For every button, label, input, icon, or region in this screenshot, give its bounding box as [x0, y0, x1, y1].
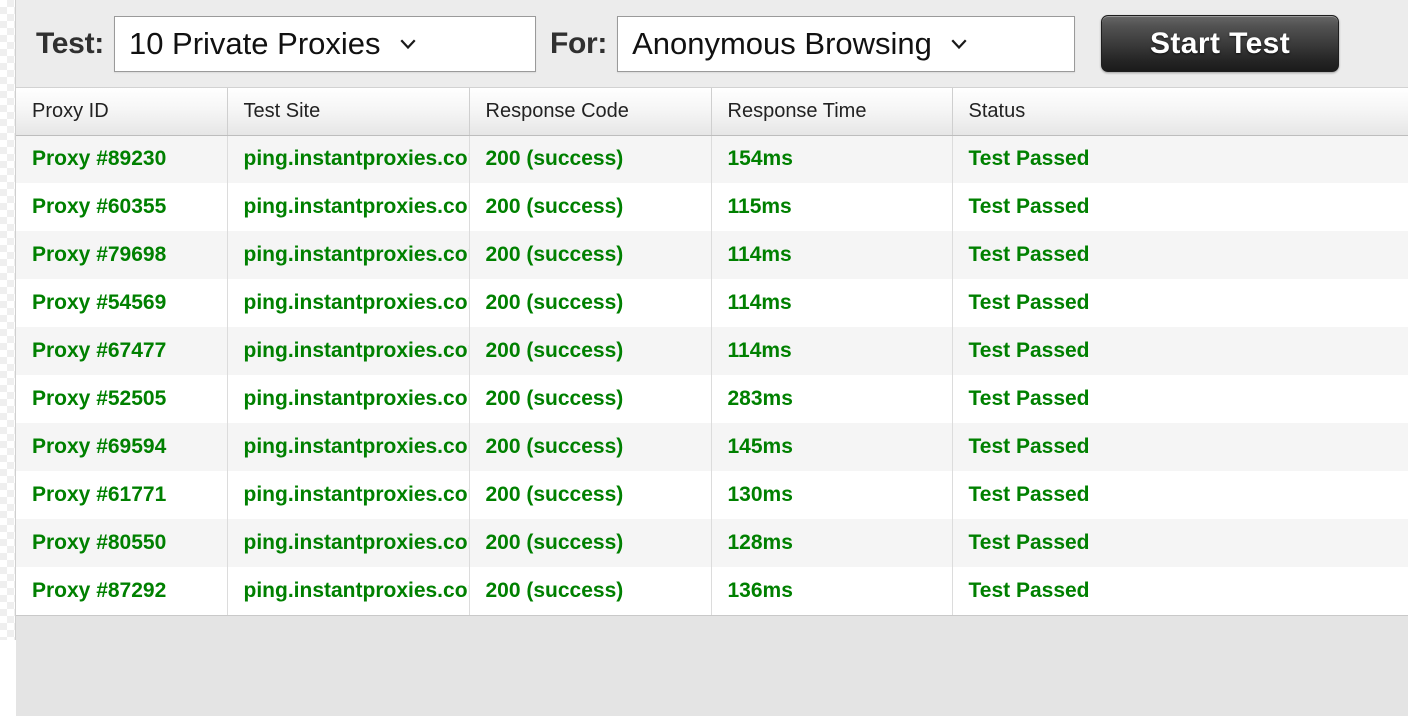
cell-response-code: 200 (success) [469, 471, 712, 519]
chevron-down-icon [397, 33, 419, 55]
test-purpose-select-value: Anonymous Browsing [632, 26, 932, 61]
cell-response-code: 200 (success) [469, 231, 712, 279]
test-label: Test: [36, 26, 104, 60]
cell-proxy-id: Proxy #60355 [16, 183, 228, 231]
cell-response-code: 200 (success) [469, 279, 712, 327]
cell-test-site: ping.instantproxies.com [227, 183, 470, 231]
cell-response-code: 200 (success) [469, 375, 712, 423]
cell-response-time: 115ms [711, 183, 953, 231]
cell-test-site: ping.instantproxies.com [227, 231, 470, 279]
cell-response-code: 200 (success) [469, 135, 712, 183]
test-toolbar: Test: 10 Private Proxies For: Anonymous … [16, 0, 1408, 88]
cell-test-site: ping.instantproxies.com [227, 423, 470, 471]
cell-proxy-id: Proxy #52505 [16, 375, 228, 423]
cell-test-site: ping.instantproxies.com [227, 327, 470, 375]
cell-status: Test Passed [952, 135, 1408, 183]
table-row: Proxy #89230 ping.instantproxies.com 200 (… [16, 135, 1408, 183]
cell-response-time: 128ms [711, 519, 953, 567]
table-footer [16, 615, 1408, 716]
table-header-row: Proxy ID Test Site Response Code Respons… [16, 88, 1408, 136]
column-header-response-time[interactable]: Response Time [711, 88, 953, 136]
column-header-response-code[interactable]: Response Code [469, 88, 712, 136]
cell-response-time: 136ms [711, 567, 953, 615]
table-row: Proxy #52505 ping.instantproxies.com 200 (… [16, 375, 1408, 423]
cell-status: Test Passed [952, 231, 1408, 279]
cell-proxy-id: Proxy #67477 [16, 327, 228, 375]
cell-response-time: 145ms [711, 423, 953, 471]
cell-status: Test Passed [952, 567, 1408, 615]
proxy-test-results-table: Proxy ID Test Site Response Code Respons… [16, 88, 1408, 615]
table-row: Proxy #54569 ping.instantproxies.com 200 (… [16, 279, 1408, 327]
cell-test-site: ping.instantproxies.com [227, 519, 470, 567]
cell-status: Test Passed [952, 375, 1408, 423]
cell-test-site: ping.instantproxies.com [227, 135, 470, 183]
cell-response-time: 114ms [711, 231, 953, 279]
table-header: Proxy ID Test Site Response Code Respons… [16, 88, 1408, 136]
table-body: Proxy #89230 ping.instantproxies.com 200 (… [16, 135, 1408, 615]
transparency-checkerboard [0, 0, 15, 640]
cell-proxy-id: Proxy #69594 [16, 423, 228, 471]
chevron-down-icon [948, 33, 970, 55]
table-row: Proxy #67477 ping.instantproxies.com 200 (… [16, 327, 1408, 375]
cell-status: Test Passed [952, 519, 1408, 567]
proxy-count-select[interactable]: 10 Private Proxies [113, 15, 536, 72]
start-test-button[interactable]: Start Test [1101, 15, 1340, 72]
cell-status: Test Passed [952, 327, 1408, 375]
cell-response-code: 200 (success) [469, 183, 712, 231]
table-row: Proxy #61771 ping.instantproxies.com 200 (… [16, 471, 1408, 519]
cell-status: Test Passed [952, 471, 1408, 519]
column-header-proxy-id[interactable]: Proxy ID [16, 88, 228, 136]
table-row: Proxy #87292 ping.instantproxies.com 200 (… [16, 567, 1408, 615]
proxy-test-page: Test: 10 Private Proxies For: Anonymous … [15, 0, 1408, 716]
table-row: Proxy #60355 ping.instantproxies.com 200 (… [16, 183, 1408, 231]
cell-status: Test Passed [952, 183, 1408, 231]
cell-test-site: ping.instantproxies.com [227, 567, 470, 615]
for-label: For: [549, 26, 608, 60]
cell-proxy-id: Proxy #61771 [16, 471, 228, 519]
start-test-button-label: Start Test [1150, 26, 1291, 60]
cell-proxy-id: Proxy #54569 [16, 279, 228, 327]
cell-response-time: 130ms [711, 471, 953, 519]
cell-response-time: 114ms [711, 279, 953, 327]
cell-response-code: 200 (success) [469, 327, 712, 375]
cell-response-code: 200 (success) [469, 519, 712, 567]
cell-test-site: ping.instantproxies.com [227, 471, 470, 519]
cell-response-time: 114ms [711, 327, 953, 375]
test-purpose-select[interactable]: Anonymous Browsing [617, 15, 1076, 72]
cell-status: Test Passed [952, 279, 1408, 327]
cell-proxy-id: Proxy #79698 [16, 231, 228, 279]
cell-response-code: 200 (success) [469, 423, 712, 471]
cell-response-time: 154ms [711, 135, 953, 183]
table-row: Proxy #69594 ping.instantproxies.com 200 (… [16, 423, 1408, 471]
cell-proxy-id: Proxy #80550 [16, 519, 228, 567]
table-row: Proxy #79698 ping.instantproxies.com 200 (… [16, 231, 1408, 279]
cell-response-time: 283ms [711, 375, 953, 423]
column-header-status[interactable]: Status [952, 88, 1408, 136]
cell-proxy-id: Proxy #89230 [16, 135, 228, 183]
cell-test-site: ping.instantproxies.com [227, 279, 470, 327]
cell-status: Test Passed [952, 423, 1408, 471]
cell-proxy-id: Proxy #87292 [16, 567, 228, 615]
cell-response-code: 200 (success) [469, 567, 712, 615]
table-row: Proxy #80550 ping.instantproxies.com 200 (… [16, 519, 1408, 567]
proxy-count-select-value: 10 Private Proxies [128, 26, 381, 61]
cell-test-site: ping.instantproxies.com [227, 375, 470, 423]
column-header-test-site[interactable]: Test Site [227, 88, 470, 136]
